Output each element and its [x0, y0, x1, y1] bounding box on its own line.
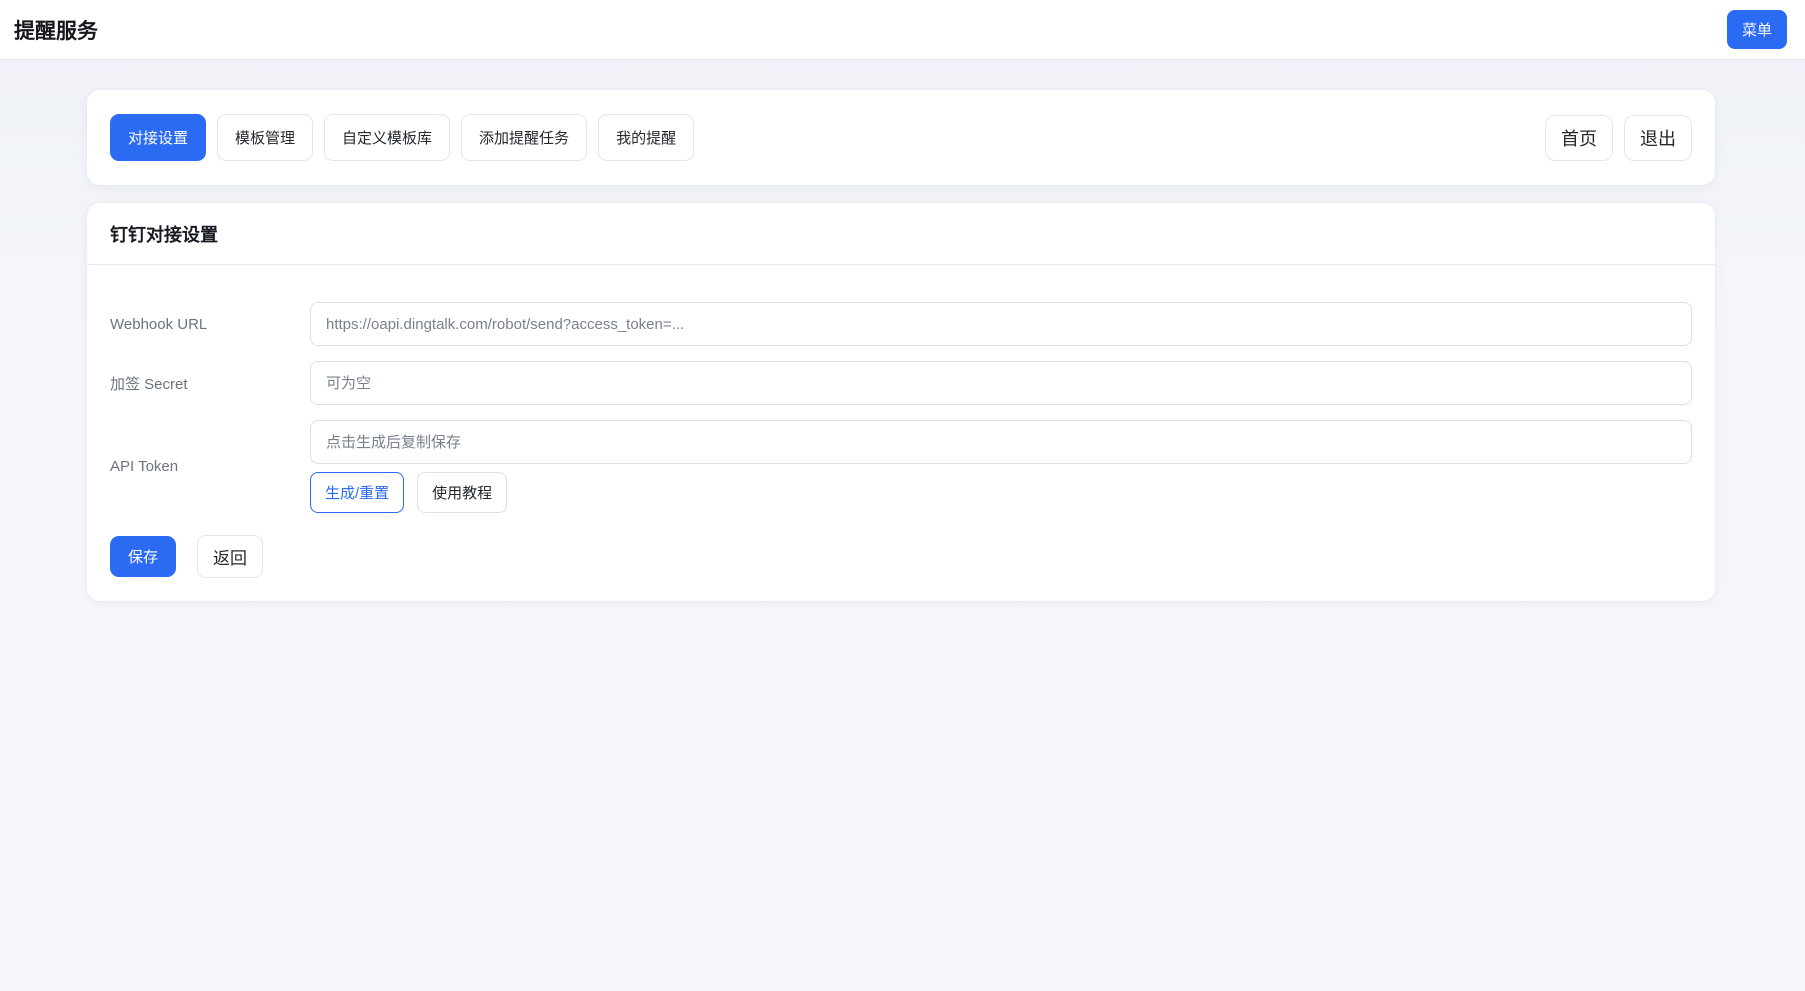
token-actions: 生成/重置 使用教程 [310, 472, 1692, 513]
usage-tutorial-button[interactable]: 使用教程 [417, 472, 508, 513]
webhook-url-label: Webhook URL [110, 315, 208, 333]
dingtalk-settings-card: 钉钉对接设置 Webhook URL 加签 Secret API Token [87, 203, 1715, 601]
tab-connection-settings[interactable]: 对接设置 [110, 114, 207, 161]
secret-field-col [310, 361, 1692, 405]
card-title: 钉钉对接设置 [110, 225, 218, 245]
app-title: 提醒服务 [14, 19, 98, 43]
tab-add-reminder-task[interactable]: 添加提醒任务 [461, 114, 588, 161]
generate-reset-token-button[interactable]: 生成/重置 [310, 472, 405, 513]
secret-label: 加签 Secret [110, 375, 188, 393]
home-button[interactable]: 首页 [1545, 114, 1613, 161]
tab-my-reminders[interactable]: 我的提醒 [598, 114, 695, 161]
tabbar-right-group: 首页 退出 [1545, 114, 1692, 161]
tab-template-management[interactable]: 模板管理 [217, 114, 314, 161]
back-button[interactable]: 返回 [197, 535, 264, 578]
menu-button[interactable]: 菜单 [1726, 10, 1787, 49]
card-header: 钉钉对接设置 [87, 203, 1715, 265]
page-content: 对接设置 模板管理 自定义模板库 添加提醒任务 我的提醒 首页 退出 钉钉对接设… [0, 60, 1805, 641]
webhook-url-row: Webhook URL [110, 302, 1692, 346]
api-token-label: API Token [110, 458, 179, 475]
tab-bar: 对接设置 模板管理 自定义模板库 添加提醒任务 我的提醒 首页 退出 [87, 90, 1715, 185]
webhook-url-input[interactable] [310, 302, 1692, 346]
secret-row: 加签 Secret [110, 361, 1692, 405]
api-token-input[interactable] [310, 420, 1692, 464]
logout-button[interactable]: 退出 [1624, 114, 1692, 161]
form-actions: 保存 返回 [110, 535, 1692, 578]
api-token-row: API Token 生成/重置 使用教程 [110, 420, 1692, 513]
webhook-url-field-col [310, 302, 1692, 346]
top-header: 提醒服务 菜单 [0, 0, 1805, 60]
card-body: Webhook URL 加签 Secret API Token 生成/重置 使用… [87, 265, 1715, 601]
tab-custom-template-library[interactable]: 自定义模板库 [324, 114, 451, 161]
api-token-field-col: 生成/重置 使用教程 [310, 420, 1692, 513]
secret-input[interactable] [310, 361, 1692, 405]
save-button[interactable]: 保存 [110, 536, 177, 577]
